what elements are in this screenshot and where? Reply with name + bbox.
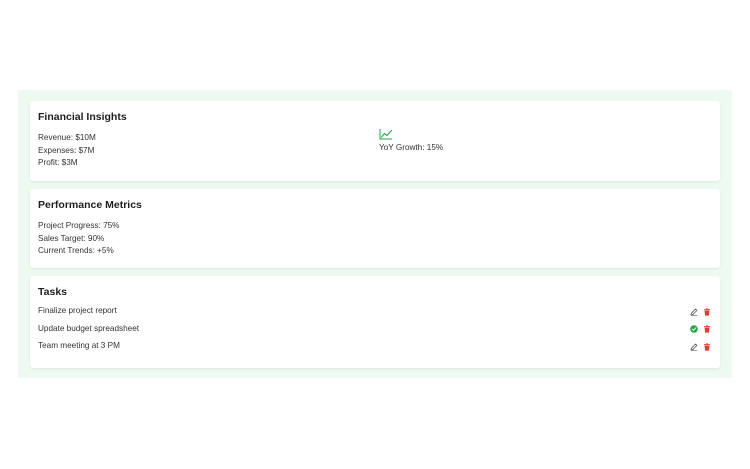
- financial-insights-card: Financial Insights Revenue: $10M Expense…: [30, 101, 720, 181]
- task-label: Update budget spreadsheet: [38, 323, 140, 333]
- trash-icon[interactable]: [703, 308, 711, 316]
- tasks-title: Tasks: [38, 286, 67, 298]
- task-item: Finalize project report: [38, 303, 712, 321]
- edit-icon[interactable]: [690, 308, 698, 316]
- task-actions: [690, 325, 711, 334]
- sales-target-value: Sales Target: 90%: [38, 233, 105, 243]
- edit-icon[interactable]: [690, 343, 698, 351]
- financial-figures: Revenue: $10M Expenses: $7M Profit: $3M: [38, 132, 379, 170]
- dashboard-panel: Financial Insights Revenue: $10M Expense…: [18, 90, 732, 378]
- profit-value: Profit: $3M: [38, 158, 78, 168]
- task-label: Finalize project report: [38, 306, 117, 316]
- financial-body: Revenue: $10M Expenses: $7M Profit: $3M …: [38, 129, 712, 170]
- current-trends-value: Current Trends: +5%: [38, 246, 114, 256]
- performance-metrics-title: Performance Metrics: [38, 199, 142, 211]
- task-actions: [690, 308, 711, 316]
- tasks-card: Tasks Finalize project report Update bud…: [30, 276, 720, 368]
- financial-insights-title: Financial Insights: [38, 111, 127, 123]
- trash-icon[interactable]: [703, 343, 711, 351]
- trash-icon[interactable]: [703, 325, 711, 333]
- task-item: Team meeting at 3 PM: [38, 338, 712, 356]
- growth-block: YoY Growth: 15%: [379, 128, 443, 170]
- performance-metrics-card: Performance Metrics Project Progress: 75…: [30, 189, 720, 268]
- project-progress-value: Project Progress: 75%: [38, 221, 120, 230]
- expenses-value: Expenses: $7M: [38, 145, 95, 155]
- check-circle-icon[interactable]: [690, 325, 698, 334]
- yoy-growth-value: YoY Growth: 15%: [379, 143, 444, 152]
- revenue-value: Revenue: $10M: [38, 133, 96, 142]
- trending-up-icon: [379, 129, 393, 140]
- task-item: Update budget spreadsheet: [38, 321, 712, 339]
- task-label: Team meeting at 3 PM: [38, 341, 120, 351]
- task-actions: [690, 343, 711, 351]
